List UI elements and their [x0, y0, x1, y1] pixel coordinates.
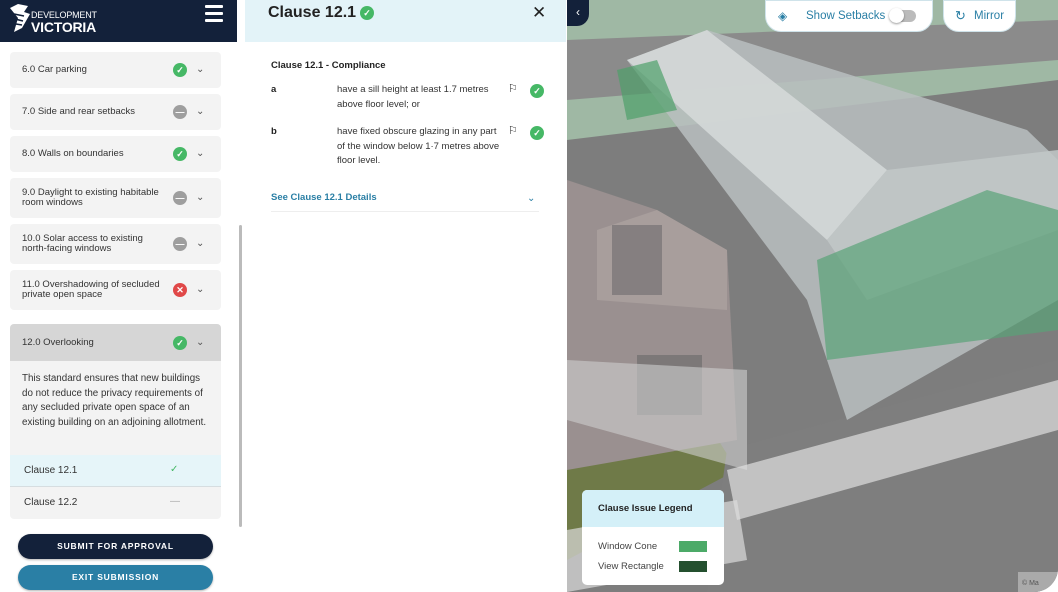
minus-icon: —	[173, 191, 187, 205]
chevron-down-icon[interactable]: ⌄	[196, 148, 204, 159]
mirror-label: Mirror	[974, 10, 1005, 22]
sidebar-item-overlooking[interactable]: 12.0 Overlooking ✓ ⌄	[10, 324, 221, 361]
chevron-down-icon[interactable]: ⌄	[196, 64, 204, 75]
criterion-text: have fixed obscure glazing in any part o…	[337, 126, 500, 166]
clause-label: Clause 12.2	[24, 497, 78, 508]
minus-icon: —	[173, 105, 187, 119]
chevron-down-icon[interactable]: ⌄	[196, 337, 204, 348]
overlooking-description: This standard ensures that new buildings…	[10, 361, 221, 455]
criterion-key: b	[271, 126, 277, 137]
check-icon: ✓	[530, 84, 544, 98]
divider	[271, 211, 539, 212]
sidebar: DEVELOPMENT VICTORIA 6.0 Car parking ✓ ⌄ 7.…	[0, 0, 242, 592]
criterion-key: a	[271, 84, 277, 95]
sidebar-item-walls[interactable]: 8.0 Walls on boundaries ✓ ⌄	[10, 136, 221, 172]
sidebar-item-setbacks[interactable]: 7.0 Side and rear setbacks — ⌄	[10, 94, 221, 130]
check-icon: ✓	[173, 335, 187, 350]
check-icon: ✓	[170, 464, 179, 475]
map-attribution[interactable]: © Ma	[1018, 572, 1058, 592]
show-setbacks-label: Show Setbacks	[806, 10, 886, 22]
3d-model-viewer[interactable]: ‹ ◈ Show Setbacks ↻ Mirror Clause Issue …	[567, 0, 1058, 592]
cross-icon: ✕	[173, 283, 187, 297]
chevron-down-icon[interactable]: ⌄	[196, 238, 204, 249]
legend-title: Clause Issue Legend	[582, 490, 724, 527]
chevron-down-icon[interactable]: ⌄	[196, 284, 204, 295]
window-cone-swatch	[679, 541, 707, 552]
legend-label: Window Cone	[598, 541, 658, 552]
hamburger-menu-icon[interactable]	[205, 5, 223, 25]
collapse-panel-button[interactable]: ‹	[567, 0, 589, 26]
item-label: 7.0 Side and rear setbacks	[22, 106, 136, 117]
submit-for-approval-button[interactable]: SUBMIT FOR APPROVAL	[18, 534, 213, 559]
view-rectangle-swatch	[679, 561, 707, 572]
item-label: 11.0 Overshadowing of secluded private o…	[22, 279, 160, 300]
sidebar-item-car-parking[interactable]: 6.0 Car parking ✓ ⌄	[10, 52, 221, 88]
sidebar-item-solar[interactable]: 10.0 Solar access to existing north-faci…	[10, 224, 221, 264]
item-label: 8.0 Walls on boundaries	[22, 148, 124, 159]
sidebar-item-overshadowing[interactable]: 11.0 Overshadowing of secluded private o…	[10, 270, 221, 310]
panel-title: Clause 12.1	[268, 4, 357, 21]
legend-label: View Rectangle	[598, 561, 664, 572]
check-icon: ✓	[360, 6, 374, 20]
see-details-link[interactable]: See Clause 12.1 Details	[271, 192, 377, 203]
dash-icon: —	[170, 496, 180, 507]
minus-icon: —	[173, 237, 187, 251]
close-icon[interactable]: ✕	[532, 3, 546, 23]
criterion-text: have a sill height at least 1.7 metres a…	[337, 84, 489, 110]
check-icon: ✓	[173, 147, 187, 161]
clause-issue-legend: Clause Issue Legend Window Cone View Rec…	[582, 490, 724, 585]
show-setbacks-toggle[interactable]	[889, 8, 916, 23]
show-setbacks-control[interactable]: ◈ Show Setbacks	[765, 0, 933, 32]
exit-submission-button[interactable]: EXIT SUBMISSION	[18, 565, 213, 590]
clause-label: Clause 12.1	[24, 465, 78, 476]
setbacks-icon: ◈	[778, 9, 788, 23]
development-victoria-logo	[10, 4, 30, 32]
check-icon: ✓	[173, 63, 187, 77]
app-header: DEVELOPMENT VICTORIA	[0, 0, 237, 42]
flag-icon[interactable]: ⚐	[508, 124, 518, 139]
chevron-down-icon[interactable]: ⌄	[527, 193, 535, 204]
check-icon: ✓	[530, 126, 544, 140]
panel-header: Clause 12.1 ✓ ✕	[245, 0, 566, 42]
item-label: 6.0 Car parking	[22, 64, 87, 75]
item-label: 9.0 Daylight to existing habitable room …	[22, 187, 159, 208]
chevron-down-icon[interactable]: ⌄	[196, 192, 204, 203]
rotate-icon: ↻	[955, 8, 966, 23]
item-label: 10.0 Solar access to existing north-faci…	[22, 233, 143, 254]
brand-name: DEVELOPMENT VICTORIA	[31, 11, 97, 35]
clause-12-1-row[interactable]: Clause 12.1 ✓	[10, 455, 221, 487]
compliance-heading: Clause 12.1 - Compliance	[271, 60, 386, 71]
clause-12-2-row[interactable]: Clause 12.2 —	[10, 487, 221, 519]
chevron-down-icon[interactable]: ⌄	[196, 106, 204, 117]
item-label: 12.0 Overlooking	[22, 336, 94, 348]
sidebar-item-daylight[interactable]: 9.0 Daylight to existing habitable room …	[10, 178, 221, 218]
mirror-button[interactable]: ↻ Mirror	[943, 0, 1016, 32]
scrollbar[interactable]	[239, 225, 242, 527]
flag-icon[interactable]: ⚐	[508, 82, 518, 97]
brand-bottom: VICTORIA	[31, 19, 97, 35]
clause-panel: Clause 12.1 ✓ ✕ Clause 12.1 - Compliance…	[245, 0, 566, 592]
